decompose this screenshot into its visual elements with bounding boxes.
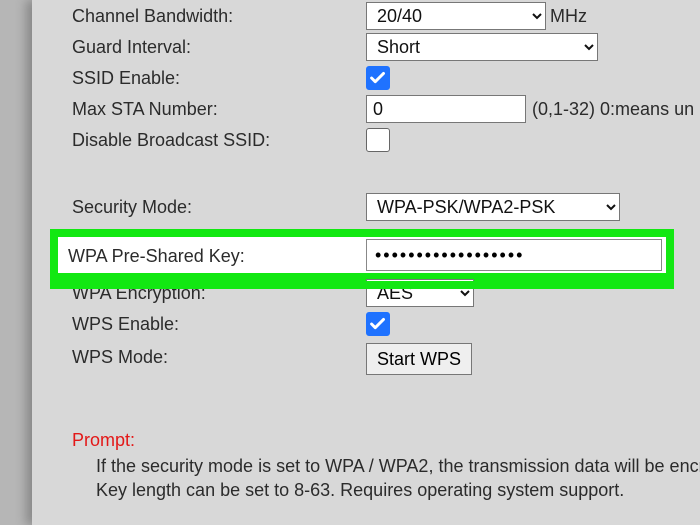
wpa-psk-label: WPA Pre-Shared Key: bbox=[68, 246, 245, 267]
disable-broadcast-checkbox[interactable] bbox=[366, 128, 390, 152]
prompt-line1: If the security mode is set to WPA / WPA… bbox=[96, 454, 700, 478]
guard-interval-label: Guard Interval: bbox=[72, 37, 191, 58]
max-sta-label: Max STA Number: bbox=[72, 99, 218, 120]
prompt-line2: Key length can be set to 8-63. Requires … bbox=[96, 478, 624, 502]
disable-broadcast-label: Disable Broadcast SSID: bbox=[72, 130, 270, 151]
check-icon bbox=[367, 67, 389, 89]
wps-enable-checkbox[interactable] bbox=[366, 312, 390, 336]
wifi-settings-panel: Channel Bandwidth: 20/40 MHz Guard Inter… bbox=[32, 0, 700, 525]
channel-bandwidth-select[interactable]: 20/40 bbox=[366, 2, 546, 30]
prompt-title: Prompt: bbox=[72, 430, 135, 451]
start-wps-button[interactable]: Start WPS bbox=[366, 343, 472, 375]
ssid-enable-label: SSID Enable: bbox=[72, 68, 180, 89]
max-sta-hint: (0,1-32) 0:means un bbox=[532, 99, 694, 120]
security-mode-select[interactable]: WPA-PSK/WPA2-PSK bbox=[366, 193, 620, 221]
guard-interval-select[interactable]: Short bbox=[366, 33, 598, 61]
wpa-psk-input[interactable] bbox=[366, 239, 662, 271]
ssid-enable-checkbox[interactable] bbox=[366, 66, 390, 90]
wps-enable-label: WPS Enable: bbox=[72, 314, 179, 335]
channel-bandwidth-label: Channel Bandwidth: bbox=[72, 6, 233, 27]
channel-bandwidth-unit: MHz bbox=[550, 6, 587, 27]
max-sta-input[interactable] bbox=[366, 95, 526, 123]
check-icon bbox=[367, 313, 389, 335]
highlight-bottom-bar bbox=[50, 281, 674, 289]
security-mode-label: Security Mode: bbox=[72, 197, 192, 218]
wps-mode-label: WPS Mode: bbox=[72, 347, 168, 368]
